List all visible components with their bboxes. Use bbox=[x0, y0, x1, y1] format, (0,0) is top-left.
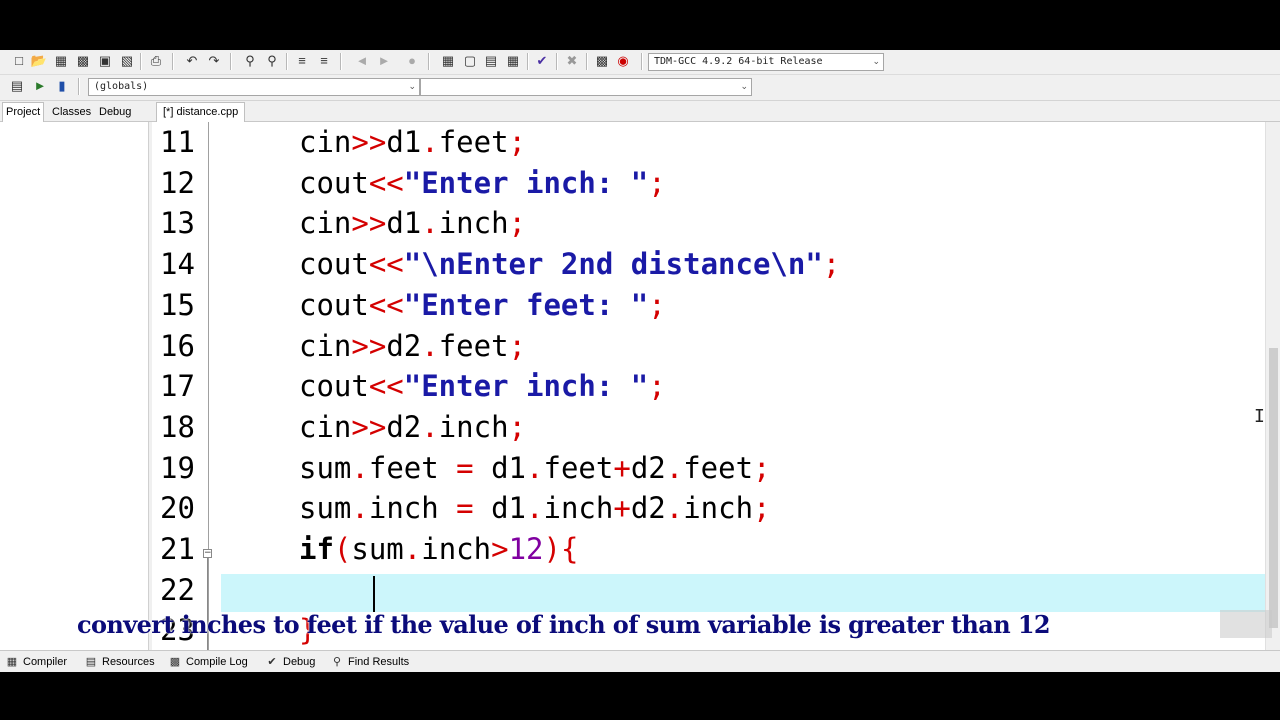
class-browser-icon[interactable]: ▤ bbox=[483, 53, 499, 69]
close-file-icon[interactable]: ▣ bbox=[97, 53, 113, 69]
grid-icon: ▦ bbox=[6, 656, 18, 668]
mouse-ibeam-cursor: I bbox=[1254, 406, 1265, 427]
code-line[interactable]: cin>>d1.inch; bbox=[299, 203, 526, 243]
profile-icon[interactable]: ◉ bbox=[615, 53, 631, 69]
code-line[interactable]: cin>>d2.feet; bbox=[299, 326, 526, 366]
code-line[interactable]: cin>>d1.feet; bbox=[299, 122, 526, 162]
compiler-select-value: TDM-GCC 4.9.2 64-bit Release bbox=[654, 56, 823, 67]
code-line[interactable]: cout<<"Enter inch: "; bbox=[299, 366, 666, 406]
line-number: 15 bbox=[160, 288, 195, 322]
line-number: 16 bbox=[160, 329, 195, 363]
line-number: 20 bbox=[160, 491, 195, 525]
text-caret bbox=[373, 576, 375, 612]
grid-icon[interactable]: ▦ bbox=[505, 53, 521, 69]
line-number: 14 bbox=[160, 247, 195, 281]
member-select[interactable]: ⌄ bbox=[420, 78, 752, 96]
save-all-icon[interactable]: ▩ bbox=[75, 53, 91, 69]
bookmark-next-icon[interactable]: ► bbox=[376, 53, 392, 69]
save-icon[interactable]: ▦ bbox=[53, 53, 69, 69]
new-file-icon[interactable]: □ bbox=[11, 53, 27, 69]
tab-debug-output[interactable]: ✔ Debug bbox=[265, 654, 315, 670]
chevron-down-icon: ⌄ bbox=[740, 82, 748, 92]
tab-compiler-label: Compiler bbox=[23, 656, 68, 668]
print-icon[interactable]: ⎙ bbox=[148, 53, 164, 69]
line-number: 19 bbox=[160, 451, 195, 485]
bookmark-icon[interactable]: ▮ bbox=[54, 78, 70, 94]
tab-compile-log[interactable]: ▩ Compile Log bbox=[168, 654, 248, 670]
watermark bbox=[1220, 610, 1272, 638]
code-line[interactable]: cout<<"Enter inch: "; bbox=[299, 163, 666, 203]
line-number: 17 bbox=[160, 369, 195, 403]
line-number: 11 bbox=[160, 125, 195, 159]
goto-declaration-icon[interactable]: ▤ bbox=[9, 78, 25, 94]
tab-debug-output-label: Debug bbox=[283, 656, 316, 668]
chart-icon[interactable]: ▩ bbox=[594, 53, 610, 69]
secondary-toolbar: ▤ ► ▮ (globals) ⌄ ⌄ bbox=[0, 75, 1280, 101]
open-file-icon[interactable]: 📂 bbox=[31, 53, 47, 69]
code-line[interactable]: cout<<"\nEnter 2nd distance\n"; bbox=[299, 244, 840, 284]
check-syntax-icon[interactable]: ✔ bbox=[534, 53, 550, 69]
tab-resources[interactable]: ▤ Resources bbox=[84, 654, 155, 670]
tab-compiler[interactable]: ▦ Compiler bbox=[5, 654, 67, 670]
video-caption: convert inches to feet if the value of i… bbox=[77, 610, 1051, 639]
find-icon: ⚲ bbox=[332, 656, 342, 668]
chevron-down-icon: ⌄ bbox=[408, 82, 416, 92]
tab-debug[interactable]: Debug bbox=[96, 103, 134, 121]
code-line[interactable]: cout<<"Enter feet: "; bbox=[299, 285, 666, 325]
check-icon: ✔ bbox=[267, 656, 277, 668]
stop-icon[interactable]: ✖ bbox=[564, 53, 580, 69]
find-icon[interactable]: ⚲ bbox=[242, 53, 258, 69]
scrollbar-thumb[interactable] bbox=[1269, 348, 1278, 628]
line-number: 21 bbox=[160, 532, 195, 566]
code-line[interactable]: if(sum.inch>12){ bbox=[299, 529, 578, 569]
line-number: 13 bbox=[160, 206, 195, 240]
window-icon[interactable]: ▢ bbox=[462, 53, 478, 69]
fold-toggle-icon[interactable]: − bbox=[203, 549, 212, 558]
tab-find-results[interactable]: ⚲ Find Results bbox=[330, 654, 409, 670]
compiler-select[interactable]: TDM-GCC 4.9.2 64-bit Release ⌄ bbox=[648, 53, 884, 71]
line-number: 22 bbox=[160, 573, 195, 607]
code-editor[interactable]: − 11 cin>>d1.feet; 12 cout<<"Enter inch: ";… bbox=[152, 122, 1280, 650]
line-number: 18 bbox=[160, 410, 195, 444]
goto-icon[interactable]: ● bbox=[404, 53, 420, 69]
replace-icon[interactable]: ⚲ bbox=[264, 53, 280, 69]
code-line[interactable]: cin>>d2.inch; bbox=[299, 407, 526, 447]
unindent-icon[interactable]: ≡ bbox=[316, 53, 332, 69]
chart-icon: ▩ bbox=[169, 656, 181, 668]
close-all-icon[interactable]: ▧ bbox=[119, 53, 135, 69]
tab-compile-log-label: Compile Log bbox=[186, 656, 248, 668]
tab-find-results-label: Find Results bbox=[348, 656, 410, 668]
tab-project[interactable]: Project bbox=[2, 102, 45, 123]
new-project-icon[interactable]: ▦ bbox=[440, 53, 456, 69]
main-toolbar: □ 📂 ▦ ▩ ▣ ▧ ⎙ ↶ ↷ ⚲ ⚲ ≡ ≡ ◄ ► ● ▦ ▢ ▤ ▦ … bbox=[0, 50, 1280, 75]
tab-resources-label: Resources bbox=[102, 656, 155, 668]
scope-select[interactable]: (globals) ⌄ bbox=[88, 78, 420, 96]
indent-icon[interactable]: ≡ bbox=[294, 53, 310, 69]
chevron-down-icon: ⌄ bbox=[872, 57, 880, 67]
undo-icon[interactable]: ↶ bbox=[184, 53, 200, 69]
code-line[interactable]: sum.feet = d1.feet+d2.feet; bbox=[299, 448, 771, 488]
project-panel[interactable] bbox=[0, 122, 149, 650]
code-line[interactable]: sum.inch = d1.inch+d2.inch; bbox=[299, 488, 771, 528]
bookmark-prev-icon[interactable]: ◄ bbox=[354, 53, 370, 69]
tab-classes[interactable]: Classes bbox=[49, 103, 94, 121]
goto-definition-icon[interactable]: ► bbox=[32, 78, 48, 94]
vertical-scrollbar[interactable] bbox=[1265, 122, 1280, 650]
redo-icon[interactable]: ↷ bbox=[206, 53, 222, 69]
scope-select-value: (globals) bbox=[94, 81, 149, 92]
line-number: 12 bbox=[160, 166, 195, 200]
dev-cpp-window: □ 📂 ▦ ▩ ▣ ▧ ⎙ ↶ ↷ ⚲ ⚲ ≡ ≡ ◄ ► ● ▦ ▢ ▤ ▦ … bbox=[0, 50, 1280, 672]
file-tab-distance[interactable]: [*] distance.cpp bbox=[156, 102, 246, 122]
tab-row: Project Classes Debug [*] distance.cpp bbox=[0, 101, 1280, 123]
current-line-highlight bbox=[221, 574, 1271, 612]
resources-icon: ▤ bbox=[85, 656, 97, 668]
bottom-panel-tabs: ▦ Compiler ▤ Resources ▩ Compile Log ✔ Debug… bbox=[0, 650, 1280, 672]
